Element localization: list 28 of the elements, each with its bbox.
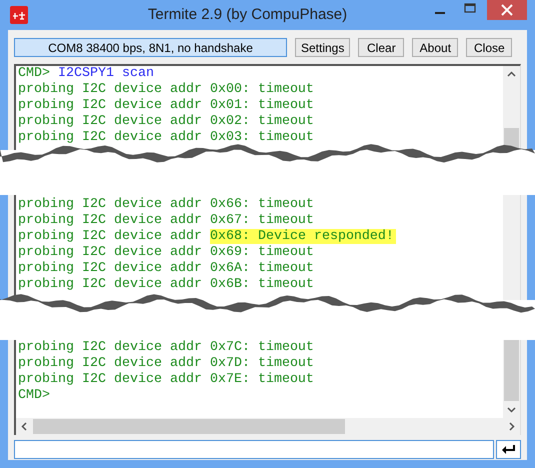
scrollbar-thumb[interactable] <box>33 419 345 434</box>
scrollbar-thumb[interactable] <box>504 340 519 401</box>
terminal-line: probing I2C device addr 0x67: timeout <box>18 213 315 229</box>
send-button[interactable] <box>496 440 521 459</box>
window-title: Termite 2.9 (by CompuPhase) <box>146 5 348 23</box>
toolbar-button[interactable]: Clear <box>358 38 404 57</box>
command-input-field[interactable] <box>14 440 494 459</box>
terminal-line: probing I2C device addr 0x01: timeout <box>18 98 315 114</box>
terminal-line: CMD> <box>18 388 51 404</box>
terminal-line: probing I2C device addr 0x7C: timeout <box>18 340 315 356</box>
enter-icon <box>500 444 516 456</box>
app-icon <box>10 6 28 24</box>
terminal-line: probing I2C device addr 0x6A: timeout <box>18 261 315 277</box>
terminal-line: CMD> I2CSPY1 scan <box>18 66 155 82</box>
terminal-line: probing I2C device addr 0x69: timeout <box>18 245 315 261</box>
toolbar-button[interactable]: Settings <box>295 38 350 57</box>
terminal-line: probing I2C device addr 0x68: Device responded! <box>18 229 397 245</box>
terminal-line: probing I2C device addr 0x66: timeout <box>18 197 315 213</box>
terminal-line: probing I2C device addr 0x02: timeout <box>18 114 315 130</box>
terminal-line: probing I2C device addr 0x00: timeout <box>18 82 315 98</box>
toolbar-button[interactable]: About <box>412 38 458 57</box>
terminal-line: probing I2C device addr 0x7D: timeout <box>18 356 315 372</box>
terminal-line: probing I2C device addr 0x03: timeout <box>18 130 315 146</box>
terminal-line: probing I2C device addr 0x7E: timeout <box>18 372 315 388</box>
close-button[interactable] <box>487 0 527 20</box>
toolbar-button[interactable]: Close <box>466 38 512 57</box>
terminal-line: probing I2C device addr 0x6B: timeout <box>18 277 315 293</box>
connection-status[interactable]: COM8 38400 bps, 8N1, no handshake <box>14 38 287 57</box>
